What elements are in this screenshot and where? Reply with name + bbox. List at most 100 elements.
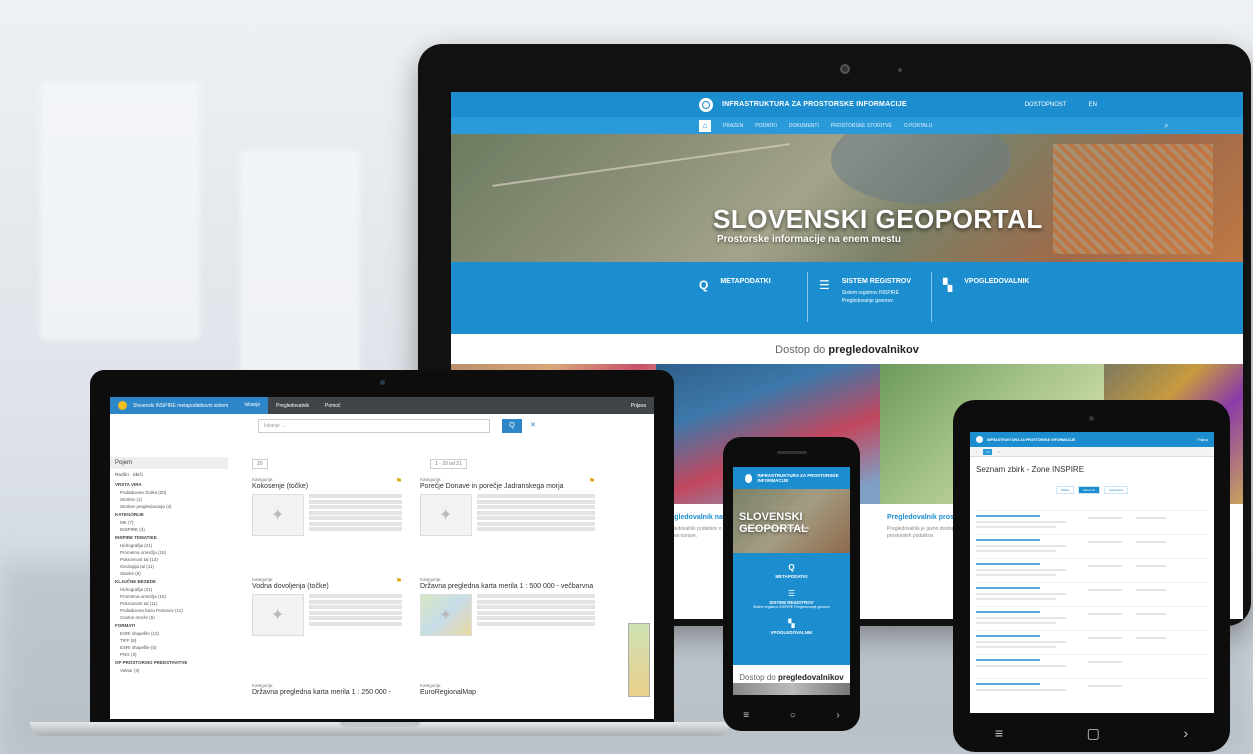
- page-size-select[interactable]: 20: [252, 459, 268, 469]
- tablet-tab[interactable]: Zbirke: [1055, 486, 1075, 494]
- result-card[interactable]: Kategorije: Državna pregledna karta meri…: [420, 577, 595, 636]
- result-card[interactable]: Kategorije: Državna pregledna karta meri…: [252, 683, 402, 696]
- tablet-nav-bar: ≡ ▢ ›: [953, 725, 1230, 742]
- bookmark-icon[interactable]: ⚑: [396, 577, 402, 585]
- nav-item[interactable]: O PORTALU: [904, 123, 932, 129]
- menu-icon[interactable]: ≡: [995, 725, 1003, 742]
- table-row[interactable]: [976, 654, 1208, 678]
- tablet-tab[interactable]: Zgodovina: [1104, 486, 1129, 494]
- card-title[interactable]: Državna pregledna karta merila 1 : 500 0…: [420, 583, 595, 590]
- catalog-brand[interactable]: Slovenski INSPIRE metapodatkovni sistem: [110, 397, 237, 414]
- facet-item[interactable]: Prometna omrežja (15): [110, 549, 228, 556]
- pagination[interactable]: 1 - 20 od 21: [430, 459, 467, 469]
- nav-item[interactable]: DOKUMENTI: [789, 123, 819, 129]
- facet-item[interactable]: ESRI shapefile (5): [110, 644, 228, 651]
- back-icon[interactable]: ›: [836, 710, 839, 721]
- menu-icon[interactable]: ≡: [743, 710, 749, 721]
- accessibility-link[interactable]: DOSTOPNOST: [1025, 102, 1067, 108]
- home-icon[interactable]: ⌂: [699, 119, 711, 132]
- result-card[interactable]: Kategorije: Vodna dovoljenja (točke) ⚑: [252, 577, 402, 636]
- phone-tile-strip[interactable]: [733, 683, 850, 695]
- facet-item[interactable]: Storitev pregledovanja (3): [110, 503, 228, 510]
- site-title[interactable]: INFRASTRUKTURA ZA PROSTORSKE INFORMACIJE: [722, 101, 907, 108]
- facet-item[interactable]: Cestne mreže (5): [110, 614, 228, 621]
- facet-item[interactable]: PNG (3): [110, 651, 228, 658]
- nav-item[interactable]: PODATKI: [755, 123, 777, 129]
- tab-search[interactable]: Iskanje: [236, 397, 269, 414]
- feature-viewer[interactable]: ▚ VPOGLEDOVALNIK: [943, 278, 1029, 292]
- card-title[interactable]: Porečje Donave in porečje Jadranskega mo…: [420, 483, 595, 490]
- nav-item[interactable]: ▪▪: [998, 450, 1000, 454]
- bookmark-icon[interactable]: ⚑: [396, 477, 402, 485]
- nav-item[interactable]: PRAZEN: [723, 123, 743, 129]
- facet-section[interactable]: KLJUČNE BESEDE: [110, 577, 228, 586]
- tablet-site-title[interactable]: INFRASTRUKTURA ZA PROSTORSKE INFORMACIJE: [987, 438, 1075, 442]
- caption-title[interactable]: Pregledovalnik prost...: [887, 514, 962, 521]
- facet-item[interactable]: Vektor (3): [110, 667, 228, 674]
- feature-metadata[interactable]: Q METAPODATKI: [699, 278, 771, 292]
- search-input[interactable]: Iskanje ...: [258, 419, 490, 433]
- facet-item[interactable]: Podatkovna zbirka (20): [110, 489, 228, 496]
- facet-section[interactable]: KATEGORIJE: [110, 510, 228, 519]
- search-button[interactable]: Q: [502, 419, 522, 433]
- facet-item[interactable]: TIFF (8): [110, 637, 228, 644]
- card-title[interactable]: Državna pregledna karta merila 1 : 250 0…: [252, 689, 402, 696]
- tablet-login[interactable]: Prijava: [1197, 438, 1214, 442]
- table-row[interactable]: [976, 510, 1208, 534]
- tablet-tab-active[interactable]: Elementi: [1078, 486, 1100, 494]
- facet-item[interactable]: INSPIRE (4): [110, 526, 228, 533]
- nav-item[interactable]: PROSTORSKE STORITVE: [831, 123, 892, 129]
- facet-item[interactable]: Geologija tal (11): [110, 563, 228, 570]
- facet-section[interactable]: INSPIRE TEMATIKE: [110, 533, 228, 542]
- facet-item[interactable]: Prometna omrežja (15): [110, 593, 228, 600]
- facet-item[interactable]: Podatkovna baza Potresov (11): [110, 607, 228, 614]
- facet-section[interactable]: VRSTA VIRA: [110, 480, 228, 489]
- facet-item[interactable]: Pokrovnost tal (14): [110, 556, 228, 563]
- feature-registry[interactable]: ☰ SISTEM REGISTROV Sistem registrov INSP…: [819, 278, 911, 305]
- search-icon[interactable]: ⌕: [1164, 121, 1168, 131]
- table-row[interactable]: [976, 558, 1208, 582]
- expand-all-button[interactable]: Razširi: [115, 472, 129, 477]
- phone-feature-viewer[interactable]: ▚ VPOGLEDOVALNIK: [733, 619, 850, 635]
- bookmark-icon[interactable]: ⚑: [589, 477, 595, 485]
- card-title[interactable]: Vodna dovoljenja (točke): [252, 583, 402, 590]
- globe-logo-icon[interactable]: [699, 97, 713, 112]
- card-title[interactable]: Kokosenje (točke): [252, 483, 402, 490]
- facet-item[interactable]: Stavbe (9): [110, 570, 228, 577]
- home-button-icon[interactable]: ▢: [1087, 725, 1100, 742]
- globe-logo-icon[interactable]: [976, 436, 983, 443]
- facet-section[interactable]: OP PROSTORSKI PREDSTAVITVE: [110, 658, 228, 667]
- back-icon[interactable]: ›: [1184, 725, 1189, 742]
- result-card[interactable]: Kategorije: EuroRegionalMap: [420, 683, 595, 696]
- facet-item[interactable]: Storitev (1): [110, 496, 228, 503]
- language-switch[interactable]: EN: [1089, 102, 1097, 108]
- table-row[interactable]: [976, 678, 1208, 702]
- table-row[interactable]: [976, 606, 1208, 630]
- result-card[interactable]: Kategorije: Kokosenje (točke) ⚑: [252, 477, 402, 536]
- facet-item[interactable]: MK (7): [110, 519, 228, 526]
- facet-item[interactable]: Hidrografija (21): [110, 586, 228, 593]
- phone-site-title[interactable]: INFRASTRUKTURA ZA PROSTORSKE INFORMACIJE: [757, 473, 850, 483]
- card-title[interactable]: EuroRegionalMap: [420, 689, 595, 696]
- facet-item[interactable]: Pokrovnost tal (11): [110, 600, 228, 607]
- nav-item-active[interactable]: ▪▪▪: [983, 448, 993, 455]
- clear-icon[interactable]: ✕: [530, 421, 536, 429]
- facet-section[interactable]: FORMATI: [110, 621, 228, 630]
- nav-item[interactable]: ▪: [976, 450, 977, 454]
- facet-item[interactable]: ESRI shapefile (12): [110, 630, 228, 637]
- home-button-icon[interactable]: ○: [790, 710, 796, 721]
- card-abstract: [477, 594, 595, 636]
- mini-map[interactable]: [628, 623, 650, 697]
- phone-feature-registry[interactable]: ☰ SISTEM REGISTROV Sistem registrov INSPIR…: [733, 589, 850, 609]
- tab-help[interactable]: Pomoč: [317, 403, 349, 409]
- table-row[interactable]: [976, 534, 1208, 558]
- collapse-all-button[interactable]: Skrči: [133, 472, 143, 477]
- result-card[interactable]: Kategorije: Porečje Donave in porečje Ja…: [420, 477, 595, 536]
- tab-viewer[interactable]: Pregledovalnik: [268, 403, 317, 409]
- login-link[interactable]: Prijava: [631, 403, 654, 409]
- globe-logo-icon[interactable]: [745, 473, 753, 483]
- phone-feature-metadata[interactable]: Q METAPODATKI: [733, 563, 850, 579]
- table-row[interactable]: [976, 582, 1208, 606]
- table-row[interactable]: [976, 630, 1208, 654]
- facet-item[interactable]: Hidrografija (21): [110, 542, 228, 549]
